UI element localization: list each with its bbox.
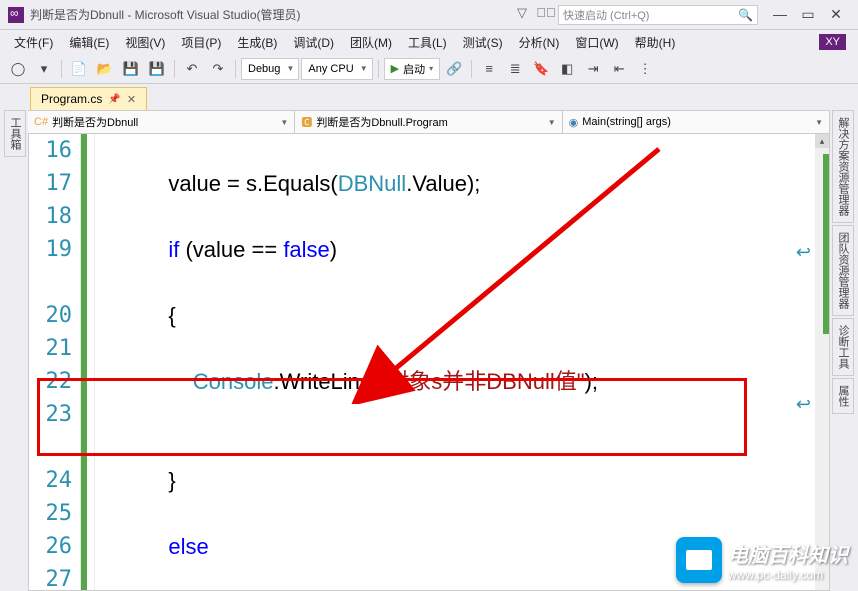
start-debug-button[interactable]: ▶ 启动 ▾	[384, 58, 440, 80]
undo-button[interactable]: ↶	[180, 58, 204, 80]
menu-window[interactable]: 窗口(W)	[567, 31, 626, 54]
diagnostics-tab[interactable]: 诊断工具	[832, 318, 854, 376]
wrap-glyph-icon: ↩	[796, 394, 811, 415]
vs-logo-icon	[8, 7, 24, 23]
document-tab[interactable]: Program.cs 📌 ✕	[30, 87, 147, 110]
new-project-button[interactable]: 📄	[67, 58, 91, 80]
indent-button[interactable]: ⇥	[581, 58, 605, 80]
outline-margin	[87, 134, 95, 590]
window-title: 判断是否为Dbnull - Microsoft Visual Studio(管理…	[30, 6, 301, 23]
method-dropdown[interactable]: ◉ Main(string[] args)	[563, 111, 830, 133]
notification-icon[interactable]: ▽	[510, 5, 534, 25]
project-dropdown[interactable]: C# 判断是否为Dbnull	[28, 111, 295, 133]
pin-icon[interactable]: 📌	[108, 94, 120, 105]
save-button[interactable]: 💾	[119, 58, 143, 80]
standard-toolbar: ◯ ▾ 📄 📂 💾 💾 ↶ ↷ Debug Any CPU ▶ 启动 ▾ 🔗 ≡…	[0, 54, 858, 84]
team-explorer-tab[interactable]: 团队资源管理器	[832, 225, 854, 316]
menu-help[interactable]: 帮助(H)	[627, 31, 684, 54]
right-panel-tabs: 解决方案资源管理器 团队资源管理器 诊断工具 属性	[832, 110, 854, 414]
title-bar: 判断是否为Dbnull - Microsoft Visual Studio(管理…	[0, 0, 858, 30]
menu-analyze[interactable]: 分析(N)	[511, 31, 568, 54]
platform-dropdown[interactable]: Any CPU	[301, 58, 372, 80]
menu-view[interactable]: 视图(V)	[117, 31, 173, 54]
code-content[interactable]: value = s.Equals(DBNull.Value); if (valu…	[95, 134, 815, 590]
watermark-logo-icon	[676, 537, 722, 583]
close-button[interactable]: ✕	[822, 5, 850, 25]
browser-link-button[interactable]: 🔗	[442, 58, 466, 80]
uncomment-button[interactable]: ≣	[503, 58, 527, 80]
quick-launch-input[interactable]: 快速启动 (Ctrl+Q) 🔍	[558, 5, 758, 25]
bookmark-button[interactable]: 🔖	[529, 58, 553, 80]
config-dropdown[interactable]: Debug	[241, 58, 299, 80]
method-icon: ◉	[569, 116, 579, 129]
play-icon: ▶	[391, 62, 399, 75]
open-file-button[interactable]: 📂	[93, 58, 117, 80]
properties-tab[interactable]: 属性	[832, 378, 854, 414]
maximize-button[interactable]: ▭	[794, 5, 822, 25]
wrap-glyph-icon: ↩	[796, 242, 811, 263]
menu-debug[interactable]: 调试(D)	[285, 31, 342, 54]
menu-bar: 文件(F) 编辑(E) 视图(V) 项目(P) 生成(B) 调试(D) 团队(M…	[0, 30, 858, 54]
toolbox-panel-tab[interactable]: 工具箱	[4, 110, 26, 157]
class-dropdown[interactable]: 🅲 判断是否为Dbnull.Program	[295, 111, 562, 133]
nav-back-button[interactable]: ◯	[6, 58, 30, 80]
outdent-button[interactable]: ⇤	[607, 58, 631, 80]
watermark-text: 电脑百科知识	[728, 539, 848, 568]
class-icon: 🅲	[301, 114, 312, 130]
redo-button[interactable]: ↷	[206, 58, 230, 80]
scroll-change-mark	[823, 154, 829, 334]
solution-explorer-tab[interactable]: 解决方案资源管理器	[832, 110, 854, 223]
feedback-icon[interactable]: �⃞	[534, 5, 558, 25]
user-badge[interactable]: XY	[819, 34, 846, 50]
scroll-up-button[interactable]: ▴	[815, 134, 829, 148]
menu-file[interactable]: 文件(F)	[6, 31, 61, 54]
toggle-button[interactable]: ◧	[555, 58, 579, 80]
watermark-url: www.pc-daily.com	[728, 568, 848, 582]
menu-project[interactable]: 项目(P)	[173, 31, 229, 54]
save-all-button[interactable]: 💾	[145, 58, 169, 80]
vertical-scrollbar[interactable]: ▴	[815, 134, 829, 590]
tab-close-icon[interactable]: ✕	[127, 93, 136, 106]
watermark: 电脑百科知识 www.pc-daily.com	[676, 537, 848, 583]
quick-launch-placeholder: 快速启动 (Ctrl+Q)	[563, 7, 649, 23]
search-icon: 🔍	[738, 8, 753, 22]
menu-build[interactable]: 生成(B)	[229, 31, 285, 54]
code-nav-bar: C# 判断是否为Dbnull 🅲 判断是否为Dbnull.Program ◉ M…	[28, 110, 830, 134]
menu-test[interactable]: 测试(S)	[455, 31, 511, 54]
csharp-project-icon: C#	[34, 116, 48, 128]
menu-edit[interactable]: 编辑(E)	[61, 31, 117, 54]
comment-button[interactable]: ≡	[477, 58, 501, 80]
minimize-button[interactable]: —	[766, 5, 794, 25]
document-tab-strip: Program.cs 📌 ✕	[0, 84, 858, 110]
line-number-gutter: 16 17 18 19 20 21 22 23 24 25 26 27	[29, 134, 81, 590]
nav-fwd-button[interactable]: ▾	[32, 58, 56, 80]
menu-team[interactable]: 团队(M)	[342, 31, 400, 54]
tab-filename: Program.cs	[41, 92, 102, 106]
menu-tools[interactable]: 工具(L)	[400, 31, 455, 54]
code-editor[interactable]: 16 17 18 19 20 21 22 23 24 25 26 27 valu…	[28, 134, 830, 591]
format-button[interactable]: ⋮	[633, 58, 657, 80]
